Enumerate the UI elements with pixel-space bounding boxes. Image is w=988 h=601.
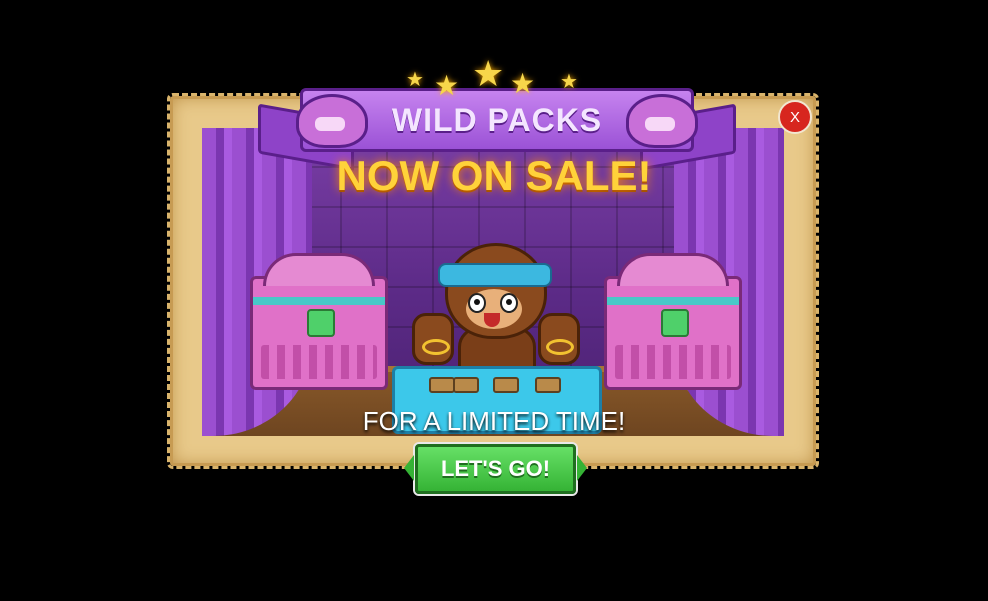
card-icon bbox=[453, 377, 479, 393]
chest-icon bbox=[250, 253, 388, 390]
card-icon bbox=[429, 377, 455, 393]
jester-icon bbox=[296, 94, 368, 148]
star-icon: ★ bbox=[510, 68, 536, 99]
lets-go-button[interactable]: LET'S GO! bbox=[404, 444, 587, 494]
close-icon: X bbox=[789, 108, 800, 126]
lock-icon bbox=[307, 309, 335, 337]
limited-time-text: FOR A LIMITED TIME! bbox=[362, 406, 626, 436]
jester-icon bbox=[626, 94, 698, 148]
chest-icon bbox=[604, 253, 742, 390]
lock-icon bbox=[661, 309, 689, 337]
star-icon: ★ bbox=[472, 53, 505, 94]
banner-title: WILD PACKS bbox=[391, 101, 603, 138]
card-icon bbox=[493, 377, 519, 393]
sale-headline: NOW ON SALE! bbox=[336, 152, 652, 199]
headband bbox=[438, 263, 552, 287]
close-button[interactable]: X bbox=[778, 100, 812, 134]
star-icon: ★ bbox=[434, 70, 460, 101]
lets-go-label: LET'S GO! bbox=[440, 456, 551, 481]
star-icon: ★ bbox=[560, 71, 578, 93]
monkey-character bbox=[410, 215, 580, 377]
star-icon: ★ bbox=[406, 69, 424, 91]
promo-screen: WILD PACKS ★ ★ ★ ★ ★ NOW ON SALE! FOR A … bbox=[0, 0, 988, 601]
card-icon bbox=[535, 377, 561, 393]
